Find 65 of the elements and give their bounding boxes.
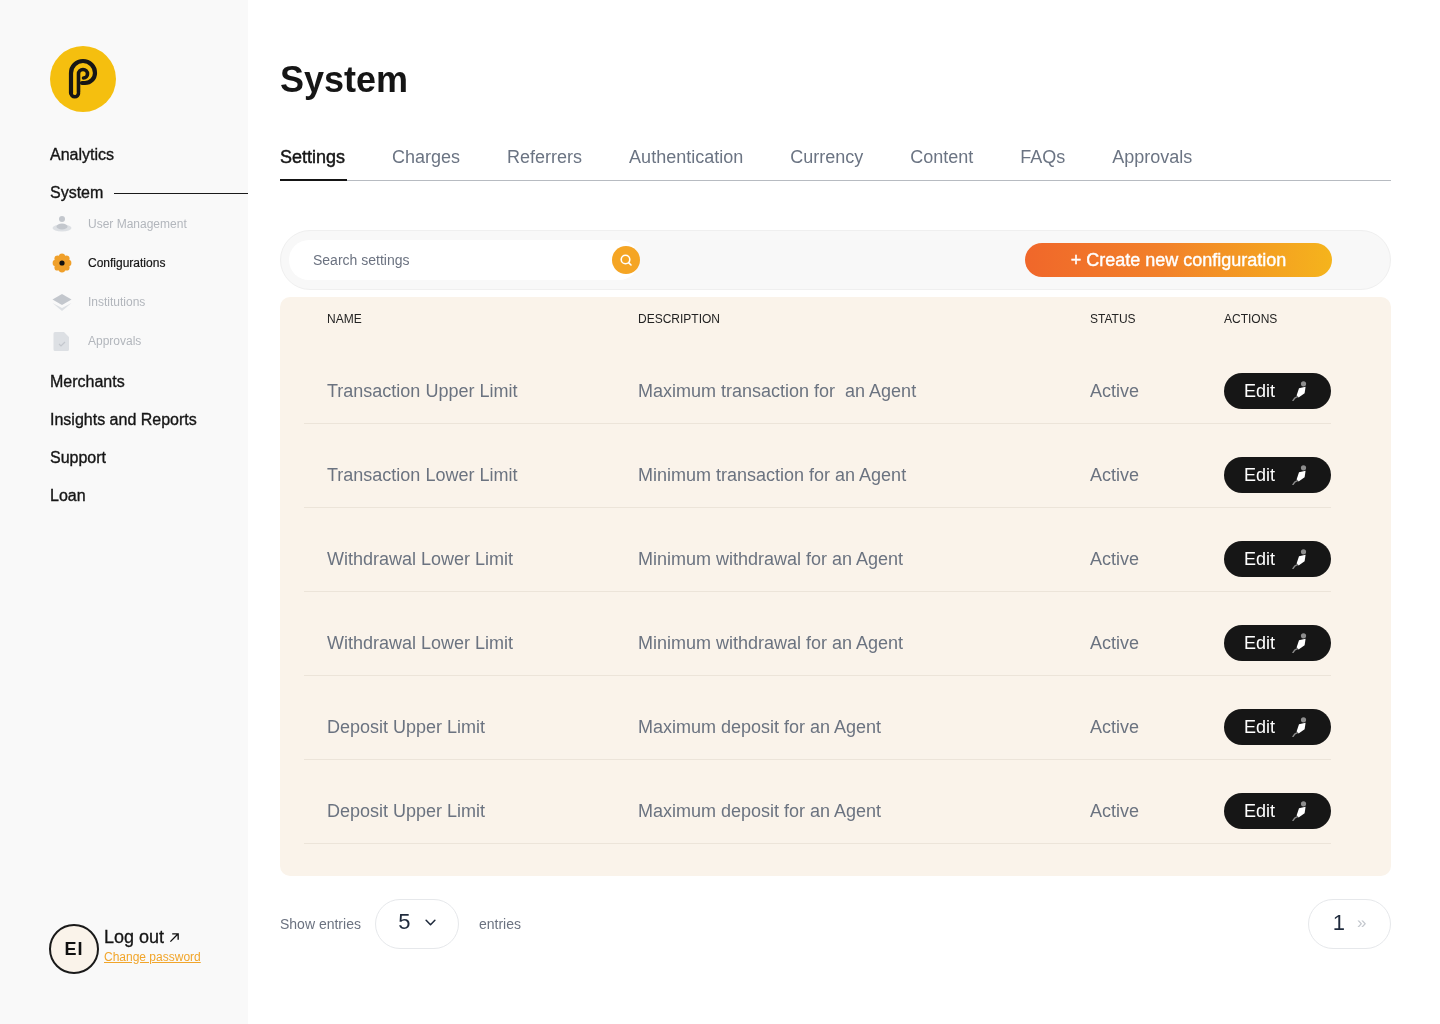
pen-icon xyxy=(1291,381,1308,401)
nav-item[interactable]: Support xyxy=(50,448,107,468)
table-cell-text: Active xyxy=(1090,716,1141,738)
edit-button[interactable]: Edit xyxy=(1224,793,1331,829)
table-cell-text: Active xyxy=(1090,800,1141,822)
avatar: EI xyxy=(49,924,99,974)
table-cell-text: Active xyxy=(1090,464,1141,486)
nav-item[interactable]: Insights and Reports xyxy=(50,410,197,430)
logo-icon xyxy=(50,46,116,112)
page-button[interactable]: 1 xyxy=(1332,910,1345,936)
nav-subitem[interactable]: Configurations xyxy=(50,243,166,282)
edit-button[interactable]: Edit xyxy=(1224,457,1331,493)
table-cell-text: Transaction Upper Limit xyxy=(327,380,519,402)
table-cell-text: Deposit Upper Limit xyxy=(327,716,487,738)
nav-item[interactable]: Merchants xyxy=(50,372,125,392)
chevron-down-icon xyxy=(424,918,436,926)
table-cell-text: Withdrawal Lower Limit xyxy=(327,632,515,654)
table-cell-text: Active xyxy=(1090,380,1141,402)
document-icon xyxy=(52,330,72,351)
table-cell-text: Transaction Lower Limit xyxy=(327,464,519,486)
entries-label: entries xyxy=(478,916,521,932)
tab[interactable]: FAQs xyxy=(1020,146,1068,181)
table-cell-text: Minimum withdrawal for an Agent xyxy=(638,632,905,654)
nav-item[interactable]: System xyxy=(50,183,248,203)
table-cell-text: Minimum withdrawal for an Agent xyxy=(638,548,905,570)
tab[interactable]: Referrers xyxy=(507,146,585,181)
gear-icon xyxy=(52,252,72,273)
edit-button[interactable]: Edit xyxy=(1224,709,1331,745)
pen-icon xyxy=(1291,465,1308,485)
users-icon xyxy=(52,213,72,234)
table-cell-text: Withdrawal Lower Limit xyxy=(327,548,515,570)
page-size-select[interactable]: 5 xyxy=(374,899,459,949)
tab[interactable]: Currency xyxy=(790,146,866,181)
edit-button[interactable]: Edit xyxy=(1224,625,1331,661)
nav-item[interactable]: Loan xyxy=(50,486,86,506)
tab[interactable]: Settings xyxy=(280,146,348,181)
table-cell-text: Active xyxy=(1090,548,1141,570)
nav-item[interactable]: Analytics xyxy=(50,145,115,165)
pen-icon xyxy=(1291,633,1308,653)
pen-icon xyxy=(1291,717,1308,737)
table-cell-text: Maximum deposit for an Agent xyxy=(638,716,883,738)
search-icon[interactable] xyxy=(612,246,640,274)
page-title: System xyxy=(280,58,409,102)
table-cell-text: Active xyxy=(1090,632,1141,654)
pen-icon xyxy=(1291,801,1308,821)
column-header: ACTIONS xyxy=(1224,311,1279,326)
tab[interactable]: Charges xyxy=(392,146,463,181)
tab[interactable]: Approvals xyxy=(1112,146,1195,181)
pen-icon xyxy=(1291,549,1308,569)
logout-link[interactable]: Log out xyxy=(104,926,181,948)
column-header: NAME xyxy=(327,311,363,326)
column-header: STATUS xyxy=(1090,311,1137,326)
table-cell-text: Maximum deposit for an Agent xyxy=(638,800,883,822)
edit-button[interactable]: Edit xyxy=(1224,373,1331,409)
arrow-icon xyxy=(169,931,181,943)
column-header: DESCRIPTION xyxy=(638,311,721,326)
show-entries-label: Show entries xyxy=(280,916,361,932)
layers-icon xyxy=(52,291,72,312)
tab[interactable]: Content xyxy=(910,146,976,181)
table-cell-text: Maximum transaction for an Agent xyxy=(638,380,918,402)
tab[interactable]: Authentication xyxy=(629,146,746,181)
table-cell-text: Minimum transaction for an Agent xyxy=(638,464,908,486)
table-cell-text: Deposit Upper Limit xyxy=(327,800,487,822)
edit-button[interactable]: Edit xyxy=(1224,541,1331,577)
search-field[interactable]: Search settings xyxy=(289,240,639,280)
